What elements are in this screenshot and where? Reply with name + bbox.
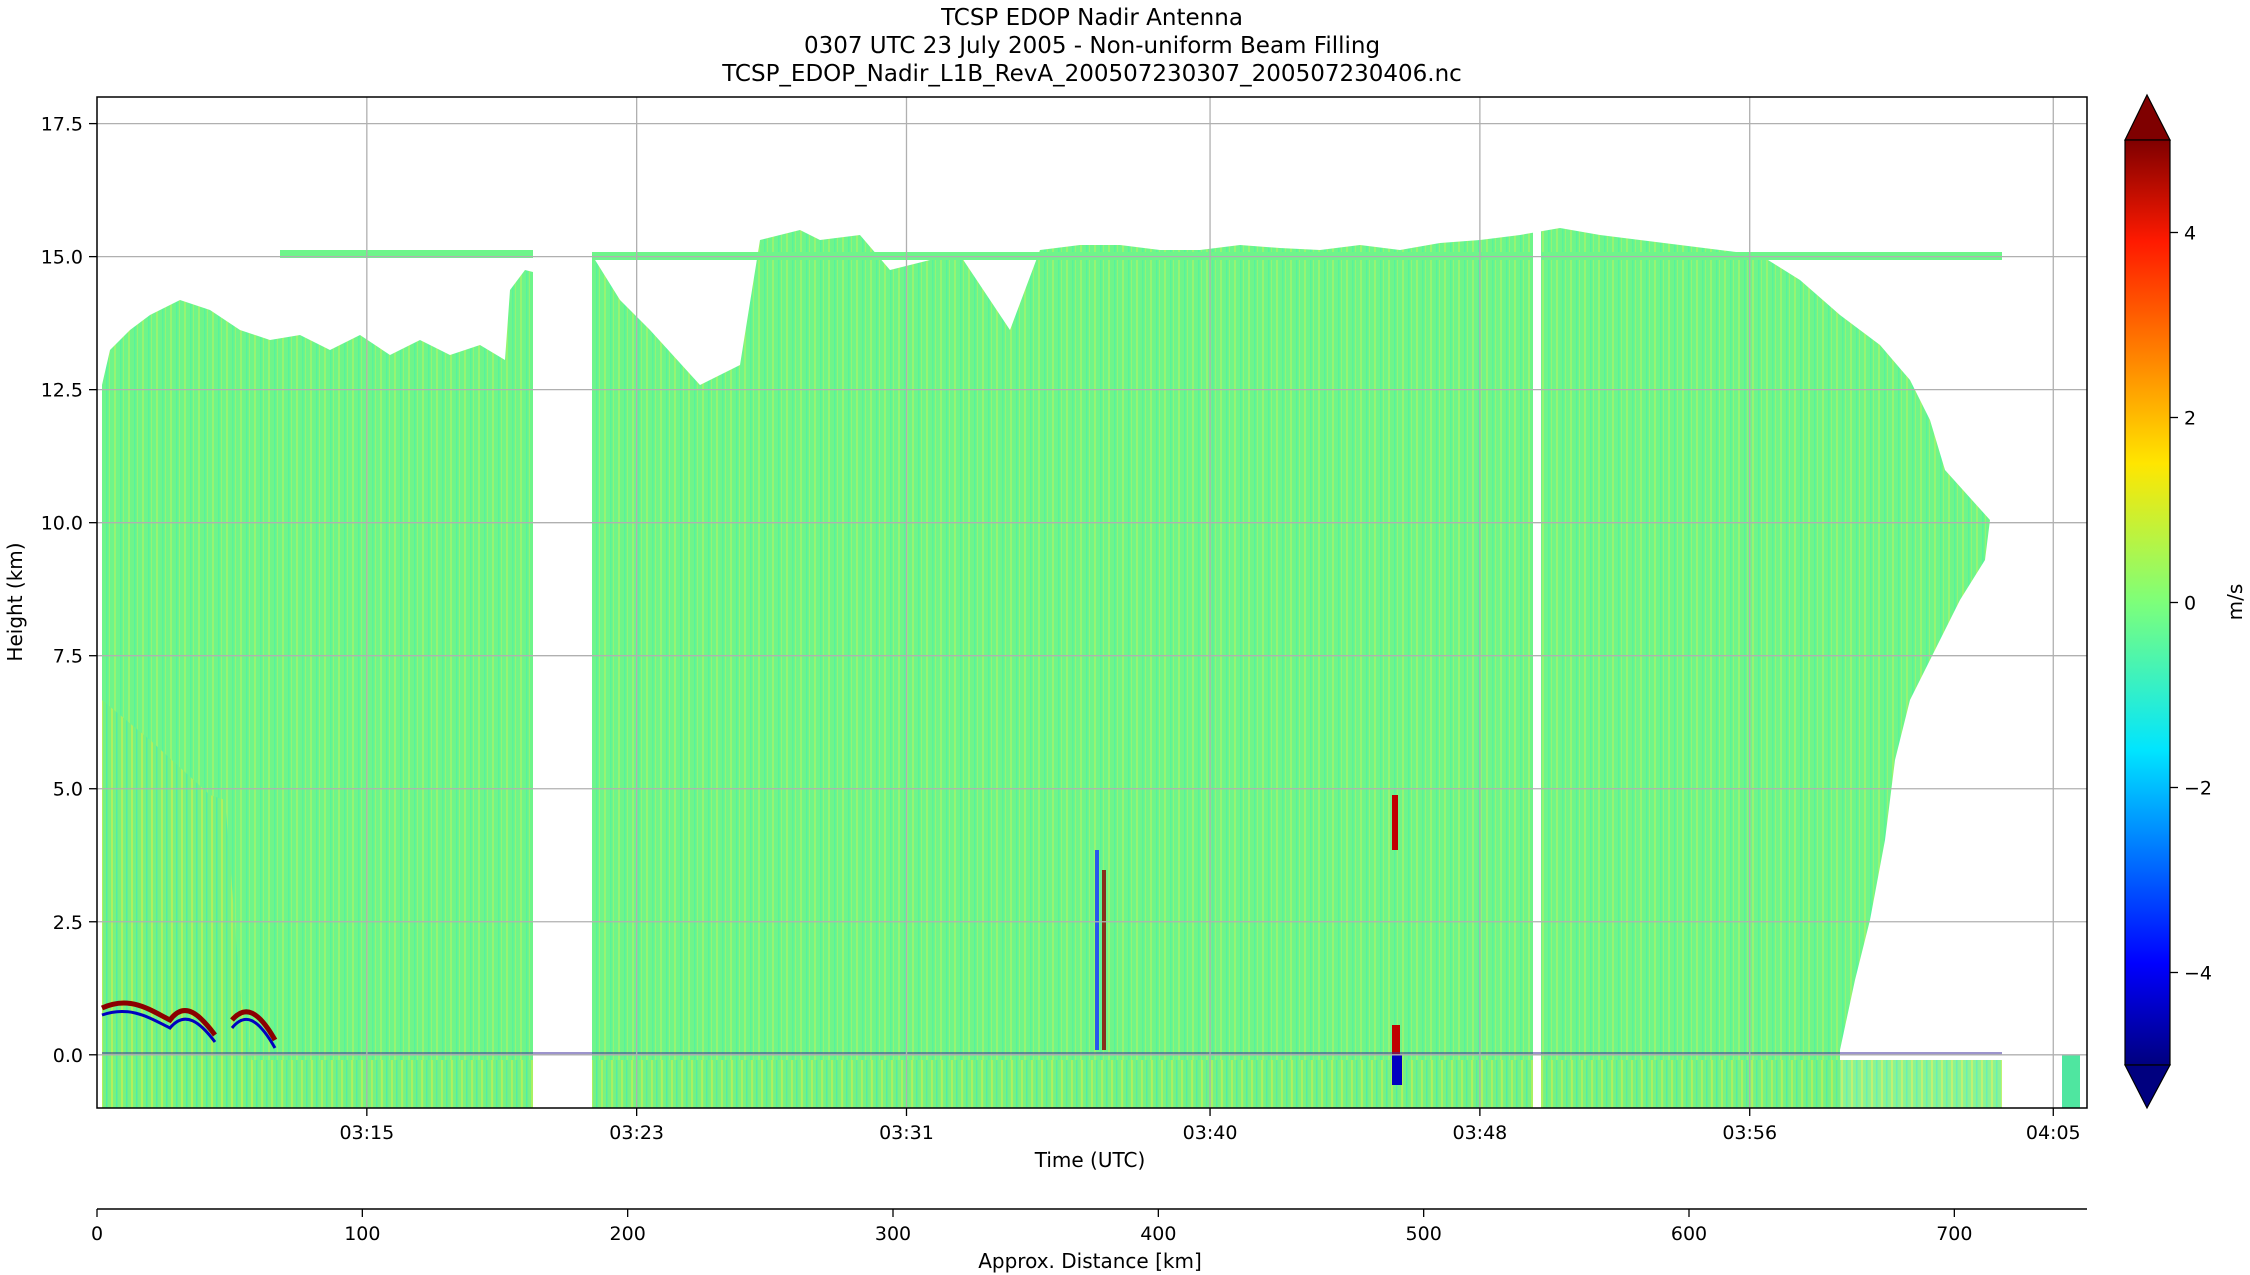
colorbar-tick-label: 4: [2184, 223, 2196, 245]
distance-tick-label: 400: [1140, 1223, 1176, 1245]
y-tick-label: 5.0: [53, 779, 83, 801]
distance-tick-label: 200: [610, 1223, 646, 1245]
colorbar-extend-top: [2124, 93, 2171, 141]
y-axis-label: Height (km): [3, 542, 27, 661]
x-tick-label: 03:31: [879, 1122, 934, 1144]
distance-tick-label: 600: [1671, 1223, 1707, 1245]
y-tick-label: 12.5: [41, 380, 83, 402]
x-tick-label: 03:40: [1183, 1122, 1238, 1144]
distance-axis: 0 100 200 300 400 500 600 700: [91, 1209, 1972, 1245]
chart-title-line-3: TCSP_EDOP_Nadir_L1B_RevA_200507230307_20…: [721, 61, 1462, 87]
colorbar-tick-label: −2: [2184, 778, 2212, 800]
x-axis-label: Time (UTC): [1034, 1148, 1146, 1172]
y-tick-label: 2.5: [53, 912, 83, 934]
y-tick-label: 0.0: [53, 1045, 83, 1067]
figure: TCSP EDOP Nadir Antenna 0307 UTC 23 July…: [3, 5, 2247, 1273]
distance-axis-label: Approx. Distance [km]: [978, 1249, 1202, 1273]
distance-tick-label: 100: [344, 1223, 380, 1245]
x-tick-label: 03:48: [1452, 1122, 1507, 1144]
chart-title-line-2: 0307 UTC 23 July 2005 - Non-uniform Beam…: [804, 33, 1380, 59]
x-tick-label: 03:23: [609, 1122, 664, 1144]
colorbar-tick-label: −4: [2184, 963, 2212, 985]
data-gap-3: [2003, 97, 2063, 1108]
y-axis: 0.0 2.5 5.0 7.5 10.0 12.5 15.0 17.5: [41, 114, 97, 1067]
velocity-field-segment-2: [592, 228, 1990, 1108]
surface-band: [102, 1060, 2002, 1108]
colorbar-label: m/s: [2223, 584, 2247, 621]
colorbar-extend-bottom: [2124, 1064, 2172, 1110]
distance-tick-label: 500: [1406, 1223, 1442, 1245]
x-tick-label: 04:05: [2026, 1122, 2081, 1144]
colorbar-gradient: [2124, 139, 2171, 1066]
y-tick-label: 10.0: [41, 513, 83, 535]
distance-tick-label: 700: [1936, 1223, 1972, 1245]
chart-title-line-1: TCSP EDOP Nadir Antenna: [940, 5, 1243, 31]
data-gap-2: [1533, 220, 1541, 1108]
plot-area: [97, 97, 2087, 1108]
distance-tick-label: 0: [91, 1223, 103, 1245]
colorbar-tick-label: 0: [2184, 593, 2196, 615]
x-tick-label: 03:15: [339, 1122, 394, 1144]
colorbar-ticks: 4 2 0 −2 −4: [2170, 223, 2212, 985]
y-tick-label: 17.5: [41, 114, 83, 136]
distance-tick-label: 300: [875, 1223, 911, 1245]
colorbar: 4 2 0 −2 −4 m/s: [2124, 93, 2247, 1110]
colorbar-tick-label: 2: [2184, 408, 2196, 430]
data-gap-1: [533, 97, 592, 1108]
y-tick-label: 7.5: [53, 646, 83, 668]
x-tick-label: 03:56: [1722, 1122, 1777, 1144]
y-tick-label: 15.0: [41, 247, 83, 269]
x-axis: 03:15 03:23 03:31 03:40 03:48 03:56 04:05: [339, 1108, 2081, 1144]
